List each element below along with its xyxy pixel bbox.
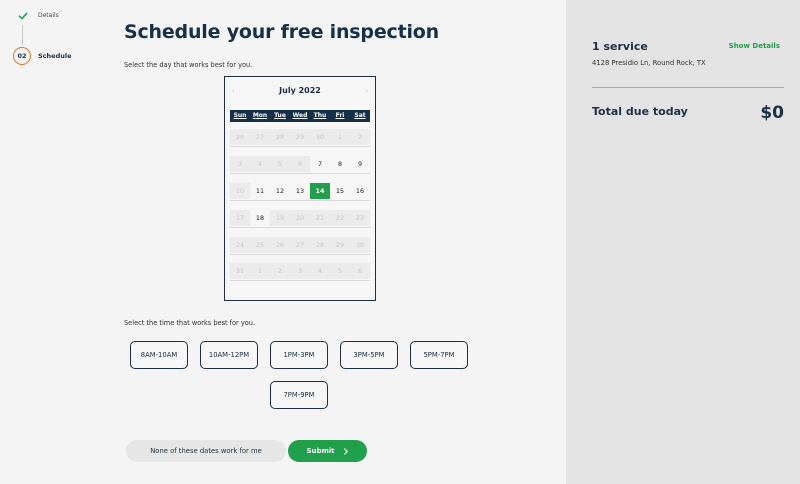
submit-label: Submit — [306, 447, 335, 455]
chevron-right-icon — [343, 447, 349, 455]
calendar-day: 4 — [250, 156, 270, 172]
calendar-day: 28 — [270, 129, 290, 145]
calendar-week-row: 17 18 19 20 21 22 23 — [230, 208, 370, 228]
calendar-day[interactable]: 11 — [250, 183, 270, 199]
calendar-day: 23 — [350, 210, 370, 226]
step-details-label[interactable]: Details — [38, 12, 59, 19]
weekday-sat: Sat — [354, 112, 366, 119]
calendar-day: 28 — [310, 237, 330, 253]
calendar-day: 30 — [350, 237, 370, 253]
weekday-tue: Tue — [274, 112, 286, 119]
selected-day[interactable]: 14 — [310, 183, 330, 199]
calendar-day[interactable]: 9 — [350, 156, 370, 172]
calendar-day: 3 — [290, 263, 310, 279]
calendar-day[interactable]: 18 — [250, 210, 270, 226]
step-schedule-label: Schedule — [38, 52, 72, 60]
total-due-amount: $0 — [760, 103, 784, 123]
calendar-day: 26 — [270, 237, 290, 253]
summary-divider — [592, 87, 784, 88]
calendar-day: 17 — [230, 210, 250, 226]
calendar-day: 19 — [270, 210, 290, 226]
calendar-day: 3 — [230, 156, 250, 172]
step-number-badge: 02 — [13, 47, 31, 65]
time-slot-button[interactable]: 3PM-5PM — [340, 341, 398, 369]
calendar-day: 29 — [330, 237, 350, 253]
weekday-thu: Thu — [313, 112, 327, 119]
service-count: 1 service — [592, 40, 648, 53]
calendar-day[interactable]: 7 — [310, 156, 330, 172]
submit-button[interactable]: Submit — [288, 440, 367, 462]
calendar-day: 27 — [250, 129, 270, 145]
calendar-day: 5 — [270, 156, 290, 172]
progress-stepper: Details 02 Schedule — [0, 0, 110, 484]
calendar-day: 20 — [290, 210, 310, 226]
time-slot-button[interactable]: 10AM-12PM — [200, 341, 258, 369]
calendar-week-row: 3456789 — [230, 154, 370, 174]
weekday-sun: Sun — [233, 112, 247, 119]
calendar-day: 27 — [290, 237, 310, 253]
calendar-month-title: July 2022 — [279, 86, 321, 95]
calendar-day[interactable]: 8 — [330, 156, 350, 172]
total-due-label: Total due today — [592, 105, 688, 118]
calendar-day: 6 — [350, 263, 370, 279]
calendar-day: 30 — [310, 129, 330, 145]
calendar-day: 31 — [230, 263, 250, 279]
time-slot-button[interactable]: 8AM-10AM — [130, 341, 188, 369]
calendar-day: 4 — [310, 263, 330, 279]
calendar-day[interactable]: 15 — [330, 183, 350, 199]
calendar-day: 2 — [270, 263, 290, 279]
calendar-day: 10 — [230, 183, 250, 199]
chevron-right-icon[interactable]: › — [366, 88, 368, 95]
show-details-link[interactable]: Show Details — [729, 42, 780, 50]
calendar-day: 22 — [330, 210, 350, 226]
schedule-main: Schedule your free inspection Select the… — [110, 0, 566, 484]
calendar-day: 2 — [350, 129, 370, 145]
date-picker-calendar: ‹ July 2022 › Sun Mon Tue Wed Thu Fri Sat 26 27… — [224, 76, 376, 301]
stepper-connector — [22, 25, 23, 45]
calendar-day: 5 — [330, 263, 350, 279]
calendar-day: 6 — [290, 156, 310, 172]
time-prompt: Select the time that works best for you. — [124, 319, 256, 327]
calendar-week-row: 26 27 28 29 30 1 2 — [230, 127, 370, 147]
calendar-day: 29 — [290, 129, 310, 145]
time-slot-button[interactable]: 1PM-3PM — [270, 341, 328, 369]
calendar-day: 1 — [330, 129, 350, 145]
none-of-these-dates-button[interactable]: None of these dates work for me — [126, 440, 286, 462]
calendar-day: 21 — [310, 210, 330, 226]
calendar-day[interactable]: 12 — [270, 183, 290, 199]
calendar-day[interactable]: 16 — [350, 183, 370, 199]
weekday-mon: Mon — [252, 112, 268, 119]
check-icon — [18, 11, 28, 21]
calendar-week-row: 24 25 26 27 28 29 30 — [230, 235, 370, 255]
calendar-week-row: 31 1 2 3 4 5 6 — [230, 261, 370, 281]
service-address: 4128 Presidio Ln, Round Rock, TX — [592, 59, 706, 67]
calendar-header: ‹ July 2022 › — [225, 85, 375, 99]
weekday-fri: Fri — [335, 112, 345, 119]
calendar-day: 25 — [250, 237, 270, 253]
calendar-week-row: 10 11 12 13 14 15 16 — [230, 181, 370, 201]
calendar-day[interactable]: 13 — [290, 183, 310, 199]
day-prompt: Select the day that works best for you. — [124, 61, 253, 69]
weekday-header-row: Sun Mon Tue Wed Thu Fri Sat — [230, 110, 370, 122]
calendar-day: 1 — [250, 263, 270, 279]
time-slot-button[interactable]: 7PM-9PM — [270, 381, 328, 409]
calendar-day: 24 — [230, 237, 250, 253]
weekday-wed: Wed — [292, 112, 308, 119]
calendar-day: 26 — [230, 129, 250, 145]
page-title: Schedule your free inspection — [124, 21, 439, 43]
order-summary-panel: 1 service Show Details 4128 Presidio Ln,… — [566, 0, 800, 484]
time-slot-button[interactable]: 5PM-7PM — [410, 341, 468, 369]
